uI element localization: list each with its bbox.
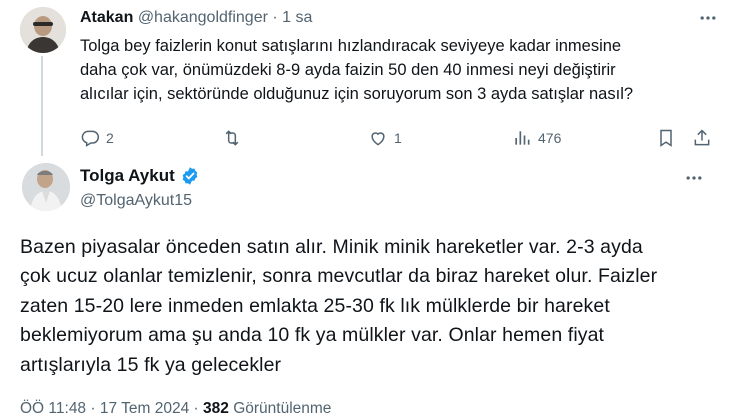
reply-author-name[interactable]: Atakan bbox=[80, 9, 133, 26]
thread-line bbox=[41, 56, 43, 156]
reply-header: Atakan @hakangoldfinger · 1 sa bbox=[80, 8, 312, 28]
header-separator: · bbox=[272, 9, 278, 26]
tweet-time[interactable]: ÖÖ 11:48 bbox=[20, 400, 86, 417]
reply-tweet[interactable]: Atakan @hakangoldfinger · 1 sa Tolga bey… bbox=[0, 0, 730, 158]
views-total: 382 bbox=[203, 400, 229, 417]
share-icon bbox=[694, 129, 710, 146]
avatar-image bbox=[20, 7, 66, 53]
like-icon bbox=[371, 132, 385, 146]
verified-badge-icon[interactable] bbox=[180, 166, 200, 186]
views-label: Görüntülenme bbox=[233, 400, 332, 417]
tweet-footer: ÖÖ 11:48 · 17 Tem 2024 · 382 Görüntülenm… bbox=[20, 400, 331, 418]
retweet-icon bbox=[225, 130, 239, 146]
main-tweet-text: Bazen piyasalar önceden satın alır. Mini… bbox=[20, 233, 720, 380]
reply-button[interactable]: 2 bbox=[80, 126, 114, 150]
reply-handle[interactable]: @hakangoldfinger bbox=[138, 9, 268, 26]
retweet-button[interactable] bbox=[222, 126, 248, 150]
share-button[interactable] bbox=[692, 126, 712, 150]
reply-avatar[interactable] bbox=[20, 7, 66, 53]
bookmark-icon bbox=[660, 129, 672, 147]
main-text-line: artışlarıyla 15 fk ya gelecekler bbox=[20, 353, 282, 376]
main-text-line: Bazen piyasalar önceden satın alır. Mini… bbox=[20, 236, 643, 258]
footer-separator: · bbox=[90, 400, 96, 417]
reply-text-line: alıcılar için, sektöründe olduğunuz için… bbox=[80, 85, 634, 103]
views-count: 476 bbox=[538, 130, 562, 146]
main-avatar[interactable] bbox=[22, 163, 70, 211]
reply-text-line: Tolga bey faizlerin konut satışlarını hı… bbox=[80, 37, 622, 55]
main-handle[interactable]: @TolgaAykut15 bbox=[80, 192, 192, 210]
reply-time[interactable]: 1 sa bbox=[282, 9, 312, 26]
more-icon[interactable] bbox=[696, 8, 720, 28]
reply-icon bbox=[81, 130, 100, 147]
tweet-date[interactable]: 17 Tem 2024 bbox=[100, 400, 189, 417]
main-text-line: beklemiyorum ama şu anda 10 fk ya mülkle… bbox=[20, 324, 605, 347]
like-button[interactable]: 1 bbox=[368, 126, 402, 150]
like-count: 1 bbox=[394, 130, 402, 146]
reply-count: 2 bbox=[106, 130, 114, 146]
bookmark-button[interactable] bbox=[656, 126, 676, 150]
views-button[interactable]: 476 bbox=[512, 126, 561, 150]
main-text-line: zaten 15-20 lere inmeden emlakta 25-30 f… bbox=[20, 294, 610, 317]
reply-actions: 2 1 476 bbox=[80, 126, 720, 150]
avatar-image bbox=[22, 163, 70, 211]
footer-separator: · bbox=[193, 400, 199, 417]
main-author-name-text[interactable]: Tolga Aykut bbox=[80, 166, 175, 186]
reply-text: Tolga bey faizlerin konut satışlarını hı… bbox=[80, 34, 720, 106]
reply-text-line: daha çok var, önümüzdeki 8-9 ayda faizin… bbox=[80, 61, 616, 79]
views-icon bbox=[515, 131, 530, 145]
main-author-name[interactable]: Tolga Aykut bbox=[80, 166, 200, 186]
more-icon[interactable] bbox=[682, 168, 706, 188]
main-text-line: çok ucuz olanlar temizlenir, sonra mevcu… bbox=[20, 265, 658, 288]
